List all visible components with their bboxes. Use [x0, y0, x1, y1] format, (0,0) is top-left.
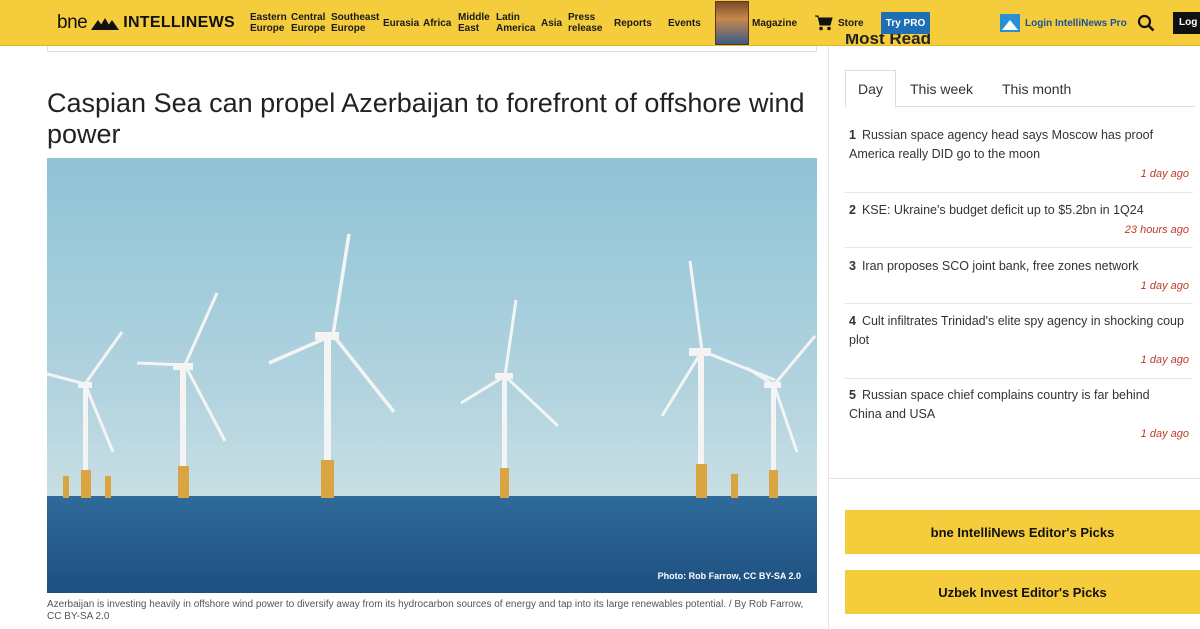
sidebar-divider [828, 46, 829, 629]
logo-triangles-icon [91, 18, 120, 30]
item-time: 1 day ago [1140, 428, 1189, 440]
nav-press-release[interactable]: Press release [568, 0, 602, 46]
nav-magazine[interactable]: Magazine [752, 0, 797, 46]
most-read-title: Most Read [845, 34, 931, 48]
photo-credit: Photo: Rob Farrow, CC BY-SA 2.0 [657, 571, 801, 581]
most-read-item-3[interactable]: 3 Iran proposes SCO joint bank, free zone… [845, 257, 1193, 304]
bne-editors-picks-button[interactable]: bne IntelliNews Editor's Picks [845, 510, 1200, 554]
item-time: 23 hours ago [1124, 224, 1189, 236]
intellinews-pro-icon [1000, 14, 1020, 32]
most-read-item-2[interactable]: 2 KSE: Ukraine's budget deficit up to $5.… [845, 201, 1193, 248]
item-time: 1 day ago [1140, 168, 1189, 180]
cart-icon[interactable] [815, 15, 833, 31]
previous-content-frame [47, 46, 817, 52]
logo-bne-text: bne [57, 12, 88, 33]
uzbek-invest-editors-picks-button[interactable]: Uzbek Invest Editor's Picks [845, 570, 1200, 614]
top-nav-bar: bne INTELLINEWS Eastern Europe Central Eur… [0, 0, 1200, 46]
image-caption: Azerbaijan is investing heavily in offsh… [47, 599, 804, 622]
nav-eastern-europe[interactable]: Eastern Europe [250, 0, 287, 46]
site-logo[interactable]: bne INTELLINEWS [57, 12, 235, 34]
login-button[interactable]: Log In [1173, 12, 1200, 34]
most-read-tabs: Day This week This month [845, 70, 1195, 108]
tab-this-week[interactable]: This week [910, 70, 973, 107]
article-hero-image[interactable]: Photo: Rob Farrow, CC BY-SA 2.0 [47, 158, 817, 593]
nav-africa[interactable]: Africa [423, 0, 451, 46]
most-read-item-5[interactable]: 5 Russian space chief complains country i… [845, 386, 1193, 453]
nav-latin-america[interactable]: Latin America [496, 0, 535, 46]
article-headline: Caspian Sea can propel Azerbaijan to for… [47, 88, 805, 149]
tab-day[interactable]: Day [845, 70, 896, 108]
nav-events[interactable]: Events [668, 0, 701, 46]
item-time: 1 day ago [1140, 354, 1189, 366]
nav-asia[interactable]: Asia [541, 0, 562, 46]
most-read-item-1[interactable]: 1 Russian space agency head says Moscow h… [845, 126, 1193, 193]
tab-this-month[interactable]: This month [1002, 70, 1071, 107]
login-intellinews-pro-link[interactable]: Login IntelliNews Pro [1025, 0, 1127, 46]
nav-central-europe[interactable]: Central Europe [291, 0, 325, 46]
wind-turbines-photo [47, 158, 817, 593]
item-time: 1 day ago [1140, 280, 1189, 292]
magazine-cover-thumbnail[interactable] [715, 1, 749, 45]
try-pro-button[interactable]: Try PRO [881, 12, 930, 34]
nav-middle-east[interactable]: Middle East [458, 0, 490, 46]
most-read-item-4[interactable]: 4 Cult infiltrates Trinidad's elite spy a… [845, 312, 1193, 379]
nav-eurasia[interactable]: Eurasia [383, 0, 419, 46]
nav-southeast-europe[interactable]: Southeast Europe [331, 0, 379, 46]
sidebar-separator [829, 478, 1200, 479]
nav-reports[interactable]: Reports [614, 0, 652, 46]
search-icon[interactable] [1137, 14, 1155, 32]
logo-brand-text: INTELLINEWS [123, 14, 235, 31]
